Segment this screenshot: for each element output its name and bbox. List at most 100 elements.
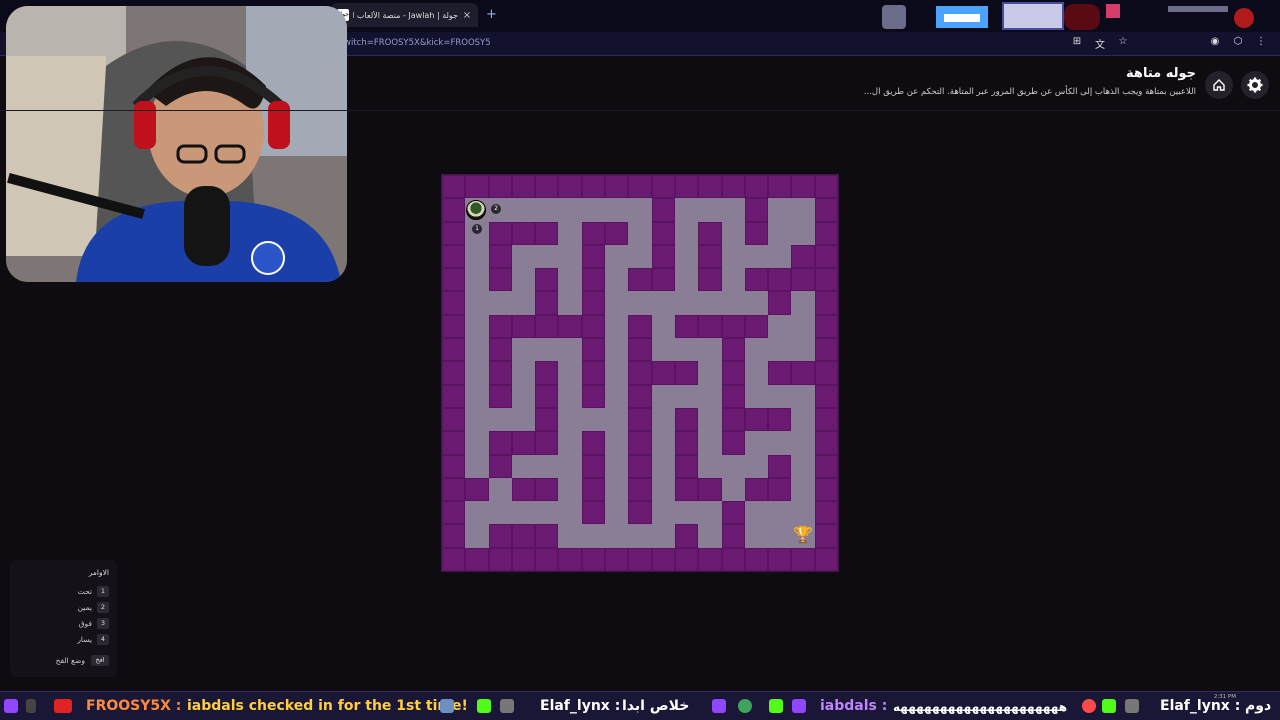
maze-path-cell — [768, 198, 792, 222]
maze-path-cell — [628, 291, 652, 315]
maze-wall-cell — [721, 431, 745, 455]
maze-wall-cell — [488, 361, 512, 385]
command-key: 1 — [97, 585, 109, 597]
maze-wall-cell — [674, 407, 699, 432]
maze-path-cell — [744, 244, 769, 269]
maze-path-cell — [605, 431, 629, 455]
maze-path-cell — [651, 384, 675, 408]
maze-path-cell — [605, 338, 629, 362]
trap-key: افخ — [91, 655, 109, 666]
emote-icon — [792, 699, 806, 713]
maze-path-cell — [628, 198, 652, 222]
maze-wall-cell — [651, 221, 675, 245]
settings-button[interactable] — [1241, 71, 1269, 99]
player-number-badge: 1 — [472, 224, 482, 234]
maze-wall-cell — [674, 431, 699, 455]
maze-path-cell — [605, 477, 629, 502]
maze-wall-cell — [581, 454, 606, 478]
maze-path-cell — [674, 198, 699, 222]
maze-path-cell — [605, 198, 629, 222]
maze-wall-cell — [442, 314, 466, 339]
maze-wall-cell — [488, 384, 512, 408]
maze-wall-cell — [628, 431, 652, 455]
maze-wall-cell — [814, 547, 838, 571]
maze-path-cell — [465, 384, 489, 408]
maze-path-cell — [768, 501, 792, 525]
ticker-message: خلاص ابدا — [622, 698, 690, 714]
home-button[interactable] — [1205, 71, 1233, 99]
maze-wall-cell — [768, 454, 792, 478]
maze-path-cell — [651, 338, 675, 362]
maze-wall-cell — [651, 361, 675, 385]
maze-wall-cell — [791, 547, 815, 571]
command-label: يسار — [77, 634, 92, 644]
maze-wall-cell — [465, 547, 489, 571]
maze-path-cell — [698, 361, 722, 385]
menu-kebab-icon[interactable]: ⋮ — [1254, 36, 1268, 51]
maze-wall-cell — [628, 268, 652, 292]
maze-path-cell — [768, 221, 792, 245]
maze-path-cell — [511, 338, 536, 362]
url-text: witch=FROOSY5X&kick=FROOSY5 — [344, 38, 491, 48]
maze-path-cell — [605, 244, 629, 269]
install-app-icon[interactable]: ⊞ — [1070, 36, 1084, 51]
maze-wall-cell — [721, 361, 745, 385]
commands-panel: الاوامر تحت 1 يمين 2 فوق 3 يسار 4 وضع ال… — [10, 560, 117, 677]
maze-path-cell — [558, 407, 582, 432]
maze-wall-cell — [442, 291, 466, 315]
maze-wall-cell — [768, 268, 792, 292]
sword-icon — [26, 699, 36, 713]
maze-path-cell — [744, 361, 769, 385]
badge-icon — [1125, 699, 1139, 713]
maze-wall-cell — [488, 524, 512, 548]
trap-command: وضع الفخ افخ — [18, 655, 109, 666]
ticker-message: iabdals checked in for the 1st time! — [187, 698, 468, 714]
maze-path-cell — [465, 501, 489, 525]
maze-path-cell — [698, 291, 722, 315]
maze-wall-cell — [442, 501, 466, 525]
player-count-badge: 2 — [491, 204, 501, 214]
maze-path-cell — [791, 431, 815, 455]
maze-path-cell — [605, 268, 629, 292]
maze-wall-cell — [744, 477, 769, 502]
trophy-icon: 🏆 — [793, 525, 813, 544]
maze-path-cell — [558, 384, 582, 408]
maze-wall-cell — [721, 547, 745, 571]
new-tab-button[interactable]: + — [486, 7, 497, 22]
maze-path-cell — [674, 244, 699, 269]
maze-wall-cell — [442, 175, 466, 199]
browser-toolbar-icons: ⊞ 文 ☆ ◉ ⬡ ⋮ — [1070, 36, 1268, 51]
maze-path-cell — [511, 268, 536, 292]
maze-path-cell — [465, 454, 489, 478]
profile-icon[interactable]: ◉ — [1208, 36, 1222, 51]
maze-path-cell — [698, 524, 722, 548]
translate-icon[interactable]: 文 — [1093, 36, 1107, 51]
maze-path-cell — [674, 221, 699, 245]
maze-path-cell — [488, 477, 512, 502]
command-key: 2 — [97, 601, 109, 613]
maze-wall-cell — [581, 547, 606, 571]
maze-path-cell — [791, 338, 815, 362]
maze-path-cell — [744, 454, 769, 478]
maze-wall-cell — [628, 547, 652, 571]
maze-wall-cell — [814, 477, 838, 502]
maze-path-cell — [465, 291, 489, 315]
extensions-icon[interactable]: ⬡ — [1231, 36, 1245, 51]
maze-wall-cell — [744, 221, 769, 245]
tab-close-icon[interactable]: × — [462, 10, 472, 21]
maze-path-cell — [651, 314, 675, 339]
maze-path-cell — [511, 244, 536, 269]
maze-path-cell — [721, 268, 745, 292]
maze-path-cell — [558, 198, 582, 222]
maze-path-cell — [698, 338, 722, 362]
command-label: فوق — [78, 618, 92, 628]
maze-wall-cell — [535, 268, 559, 292]
maze-wall-cell — [814, 361, 838, 385]
maze-path-cell — [465, 431, 489, 455]
maze-path-cell — [768, 338, 792, 362]
browser-tab[interactable]: جولة جولة | Jawlah - منصة الألعاب ال... … — [331, 3, 478, 27]
clock-time: 2:31 PM — [1213, 694, 1236, 700]
maze-path-cell — [791, 314, 815, 339]
maze-wall-cell — [721, 314, 745, 339]
bookmark-star-icon[interactable]: ☆ — [1116, 36, 1130, 51]
